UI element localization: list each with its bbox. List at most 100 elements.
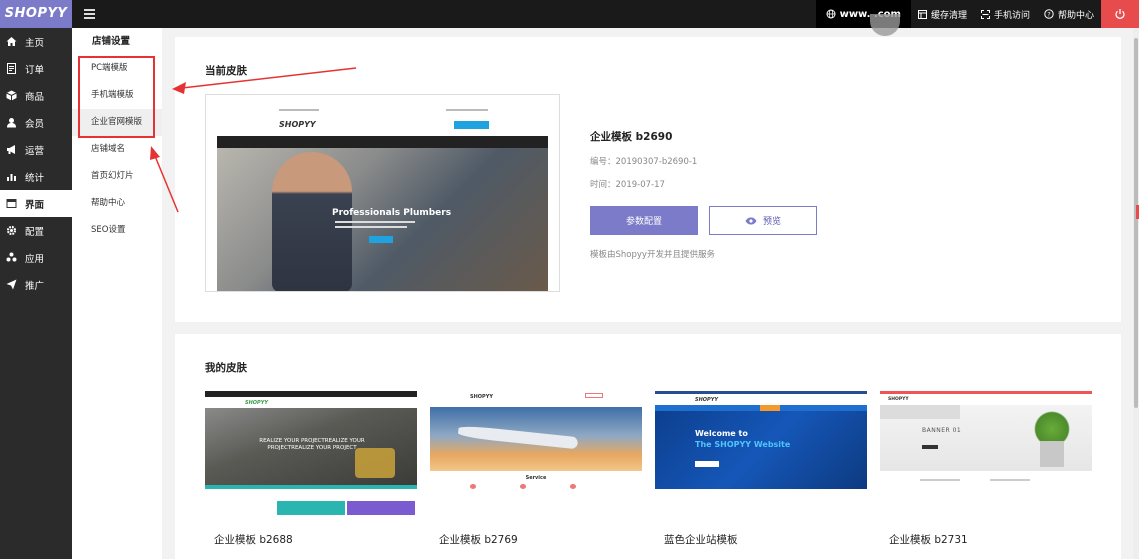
preview-hero: Professionals Plumbers [217,148,548,291]
skin-thumb: SHOPYY Welcome to The SHOPYY Website [655,391,867,489]
mobile-scan-icon [980,9,990,19]
send-icon [6,279,17,290]
cache-clear-label: 缓存清理 [930,10,967,21]
cache-clear-icon [917,9,927,19]
brand-logo[interactable]: SHOPYY [0,0,72,28]
skin-card-b2688[interactable]: SHOPYY REALIZE YOUR PROJECTREALIZE YOUR … [205,391,417,559]
sidebar-item-label: 运营 [25,145,45,157]
gear-icon [6,225,17,236]
thumb-button [585,393,603,398]
sidebar-item-statistics[interactable]: 统计 [0,163,72,190]
preview-logo: SHOPYY [279,120,316,129]
sidebar-item-apps[interactable]: 应用 [0,244,72,271]
preview-nav-bar [217,136,548,148]
sidebar-item-config[interactable]: 配置 [0,217,72,244]
current-skin-code: 编号：20190307-b2690-1 [590,157,698,167]
sidebar-item-operations[interactable]: 运营 [0,136,72,163]
thumb-logo: SHOPYY [695,397,718,403]
sidebar-item-label: 界面 [25,199,45,211]
skin-caption: 企业模板 b2769 [439,534,518,546]
mobile-access-label: 手机访问 [993,10,1030,21]
preview-button[interactable]: 预览 [709,206,817,235]
cache-clear-button[interactable]: 缓存清理 [911,0,974,28]
preview-hero-button [369,236,393,243]
thumb-logo: SHOPYY [470,394,493,400]
power-icon [1115,9,1125,19]
main-sidebar: 主页 订单 商品 会员 运营 统计 界面 配置 应用 推广 [0,28,72,559]
preview-button-label: 预览 [762,217,781,227]
help-center-label: 帮助中心 [1057,10,1094,21]
subnav-item-domain[interactable]: 店铺域名 [72,136,162,163]
thumb-hero: BANNER 01 [880,405,1092,471]
thumb-hero [430,407,642,471]
thumb-hero: REALIZE YOUR PROJECTREALIZE YOUR PROJECT… [205,408,417,489]
config-button[interactable]: 参数配置 [590,206,698,235]
top-bar: SHOPYY www. .com 缓存清理 手机访问 [0,0,1139,28]
skin-card-b2731[interactable]: SHOPYY BANNER 01 企业模板 b2731 [880,391,1092,559]
sidebar-item-label: 会员 [25,118,45,130]
current-skin-name: 企业模板 b2690 [590,131,673,143]
thumb-topbar [205,391,417,397]
sidebar-item-label: 推广 [25,280,45,292]
sidebar-item-label: 配置 [25,226,45,238]
subnav-title: 店铺设置 [92,36,131,47]
top-right-toolbar: www. .com 缓存清理 手机访问 ? 帮助中心 [815,0,1139,28]
my-skins-card: 我的皮肤 SHOPYY REALIZE YOUR PROJECTREALIZE … [175,334,1121,559]
layout-icon [6,199,17,208]
mobile-access-button[interactable]: 手机访问 [974,0,1037,28]
sidebar-item-promotion[interactable]: 推广 [0,271,72,298]
current-skin-time: 时间：2019-07-17 [590,180,665,190]
sidebar-item-orders[interactable]: 订单 [0,55,72,82]
sidebar-item-members[interactable]: 会员 [0,109,72,136]
thumb-logo: SHOPYY [245,400,268,406]
thumb-airplane [457,424,579,450]
preview-cta [454,121,489,129]
megaphone-icon [7,145,15,154]
current-skin-note: 模板由Shopyy开发并且提供服务 [590,250,715,260]
help-center-button[interactable]: ? 帮助中心 [1037,0,1101,28]
thumb-feature-row [205,501,417,515]
sidebar-item-interface[interactable]: 界面 [0,190,72,217]
sidebar-item-home[interactable]: 主页 [0,28,72,55]
thumb-hero-subtitle: The SHOPYY Website [695,440,791,449]
thumb-hero-text: REALIZE YOUR PROJECTREALIZE YOUR PROJECT… [259,438,365,451]
sidebar-item-products[interactable]: 商品 [0,82,72,109]
subnav-item-slideshow[interactable]: 首页幻灯片 [72,163,162,190]
preview-hero-text [335,221,415,223]
order-icon [7,63,16,74]
skin-thumb: SHOPYY REALIZE YOUR PROJECTREALIZE YOUR … [205,391,417,489]
chart-icon [7,174,16,181]
subnav-item-seo[interactable]: SEO设置 [72,217,162,244]
skin-card-b2769[interactable]: SHOPYY Service 企业模板 b2769 [430,391,642,559]
sidebar-item-label: 主页 [25,37,45,49]
current-skin-title: 当前皮肤 [205,65,247,77]
logout-button[interactable] [1101,0,1139,28]
thumb-hero-title: BANNER 01 [922,427,962,434]
thumb-stripe [205,485,417,489]
sidebar-item-label: 应用 [25,253,45,265]
page-scrollbar[interactable] [1133,28,1139,559]
current-skin-card: 当前皮肤 SHOPYY Professionals Plumbers 企业模板 … [175,37,1121,322]
skin-card-blue-enterprise[interactable]: SHOPYY Welcome to The SHOPYY Website 蓝色企… [655,391,867,559]
apps-icon [6,252,17,262]
help-circle-icon: ? [1044,9,1054,19]
subnav-item-help-center[interactable]: 帮助中心 [72,190,162,217]
skin-caption: 蓝色企业站模板 [664,534,738,546]
scrollbar-thumb[interactable] [1134,38,1138,408]
preview-hero-text [335,226,407,228]
avatar[interactable] [870,14,900,36]
thumb-hero: Welcome to The SHOPYY Website [655,411,867,489]
preview-topline [446,109,488,111]
thumb-excavator [355,448,395,478]
skin-thumb: SHOPYY Service [430,391,642,489]
skin-caption: 企业模板 b2688 [214,534,293,546]
menu-toggle-icon[interactable] [84,9,95,19]
preview-header: SHOPYY [206,95,559,136]
thumb-logo: SHOPYY [888,397,909,402]
preview-topline [279,109,319,111]
thumb-hero-title: Welcome to [695,429,748,438]
eye-icon [745,217,757,224]
current-skin-preview[interactable]: SHOPYY Professionals Plumbers [205,94,560,292]
home-icon [6,37,17,46]
annotation-highlight-box [78,56,155,138]
